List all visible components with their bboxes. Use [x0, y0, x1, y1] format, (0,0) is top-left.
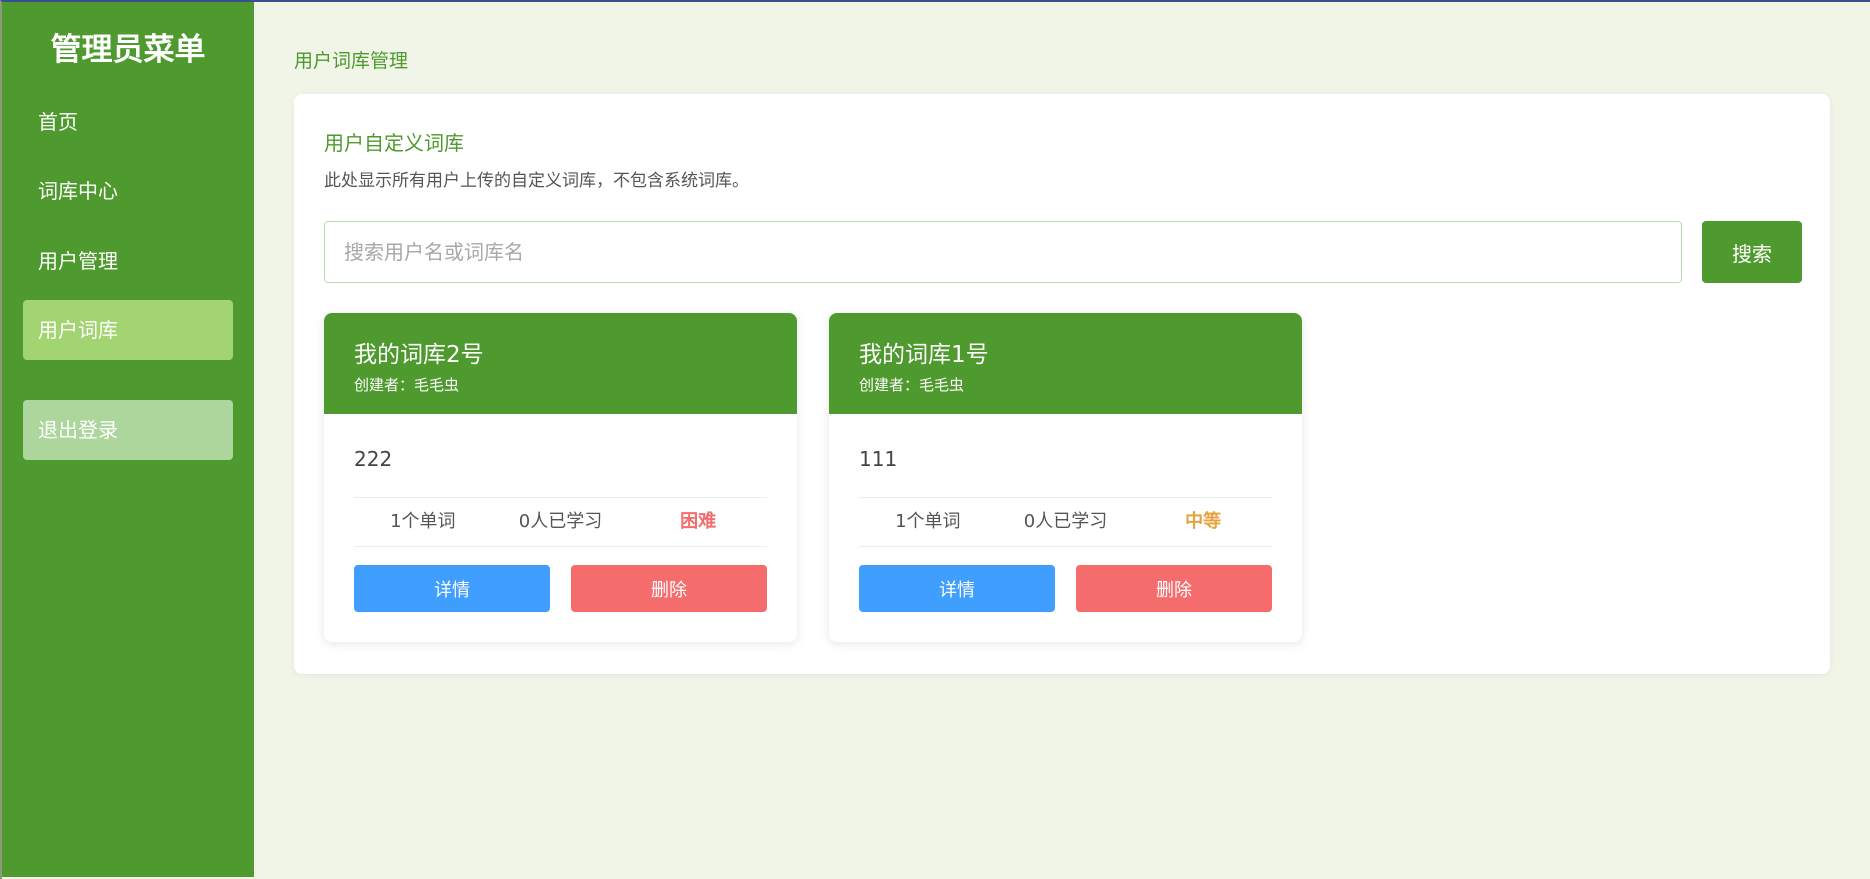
sidebar-item-home[interactable]: 首页: [23, 92, 233, 152]
word-count: 1个单词: [390, 511, 456, 532]
card-title: 我的词库2号: [354, 342, 484, 368]
learner-count: 0人已学习: [1023, 511, 1108, 532]
card-description: 111: [859, 447, 898, 471]
sidebar: 管理员菜单 首页 词库中心 用户管理 用户词库 退出登录: [2, 2, 254, 877]
sidebar-item-user-management[interactable]: 用户管理: [23, 231, 233, 291]
learner-count: 0人已学习: [518, 511, 603, 532]
delete-button[interactable]: 删除: [1076, 565, 1272, 612]
sidebar-item-user-wordbank[interactable]: 用户词库: [23, 300, 233, 360]
card-creator: 创建者：毛毛虫: [859, 376, 965, 394]
card-header: 我的词库1号 创建者：毛毛虫: [829, 313, 1302, 414]
wordbank-card: 我的词库2号 创建者：毛毛虫 222 1个单词 0人已学习 困难 详情 删除: [324, 313, 797, 642]
card-stats: 1个单词 0人已学习 困难: [354, 497, 767, 547]
search-input[interactable]: [324, 221, 1682, 283]
app-window: 管理员菜单 首页 词库中心 用户管理 用户词库 退出登录 用户词库管理 用户自定…: [0, 0, 1870, 879]
delete-button[interactable]: 删除: [571, 565, 767, 612]
detail-button[interactable]: 详情: [354, 565, 550, 612]
breadcrumb: 用户词库管理: [294, 50, 409, 72]
difficulty-badge: 困难: [680, 511, 717, 532]
logout-button[interactable]: 退出登录: [23, 400, 233, 460]
sidebar-title: 管理员菜单: [50, 32, 206, 68]
difficulty-badge: 中等: [1185, 511, 1222, 532]
detail-button[interactable]: 详情: [859, 565, 1055, 612]
wordbank-card: 我的词库1号 创建者：毛毛虫 111 1个单词 0人已学习 中等 详情 删除: [829, 313, 1302, 642]
section-description: 此处显示所有用户上传的自定义词库，不包含系统词库。: [324, 171, 749, 191]
card-header: 我的词库2号 创建者：毛毛虫: [324, 313, 797, 414]
wordbank-panel: 用户自定义词库 此处显示所有用户上传的自定义词库，不包含系统词库。 搜索 我的词…: [294, 94, 1830, 674]
card-description: 222: [354, 447, 393, 471]
card-stats: 1个单词 0人已学习 中等: [859, 497, 1272, 547]
section-title: 用户自定义词库: [324, 131, 464, 155]
sidebar-item-wordbank-center[interactable]: 词库中心: [23, 161, 233, 221]
card-title: 我的词库1号: [859, 342, 989, 368]
search-button[interactable]: 搜索: [1702, 221, 1802, 283]
main-content: 用户词库管理 用户自定义词库 此处显示所有用户上传的自定义词库，不包含系统词库。…: [254, 2, 1870, 879]
word-count: 1个单词: [895, 511, 961, 532]
card-creator: 创建者：毛毛虫: [354, 376, 460, 394]
